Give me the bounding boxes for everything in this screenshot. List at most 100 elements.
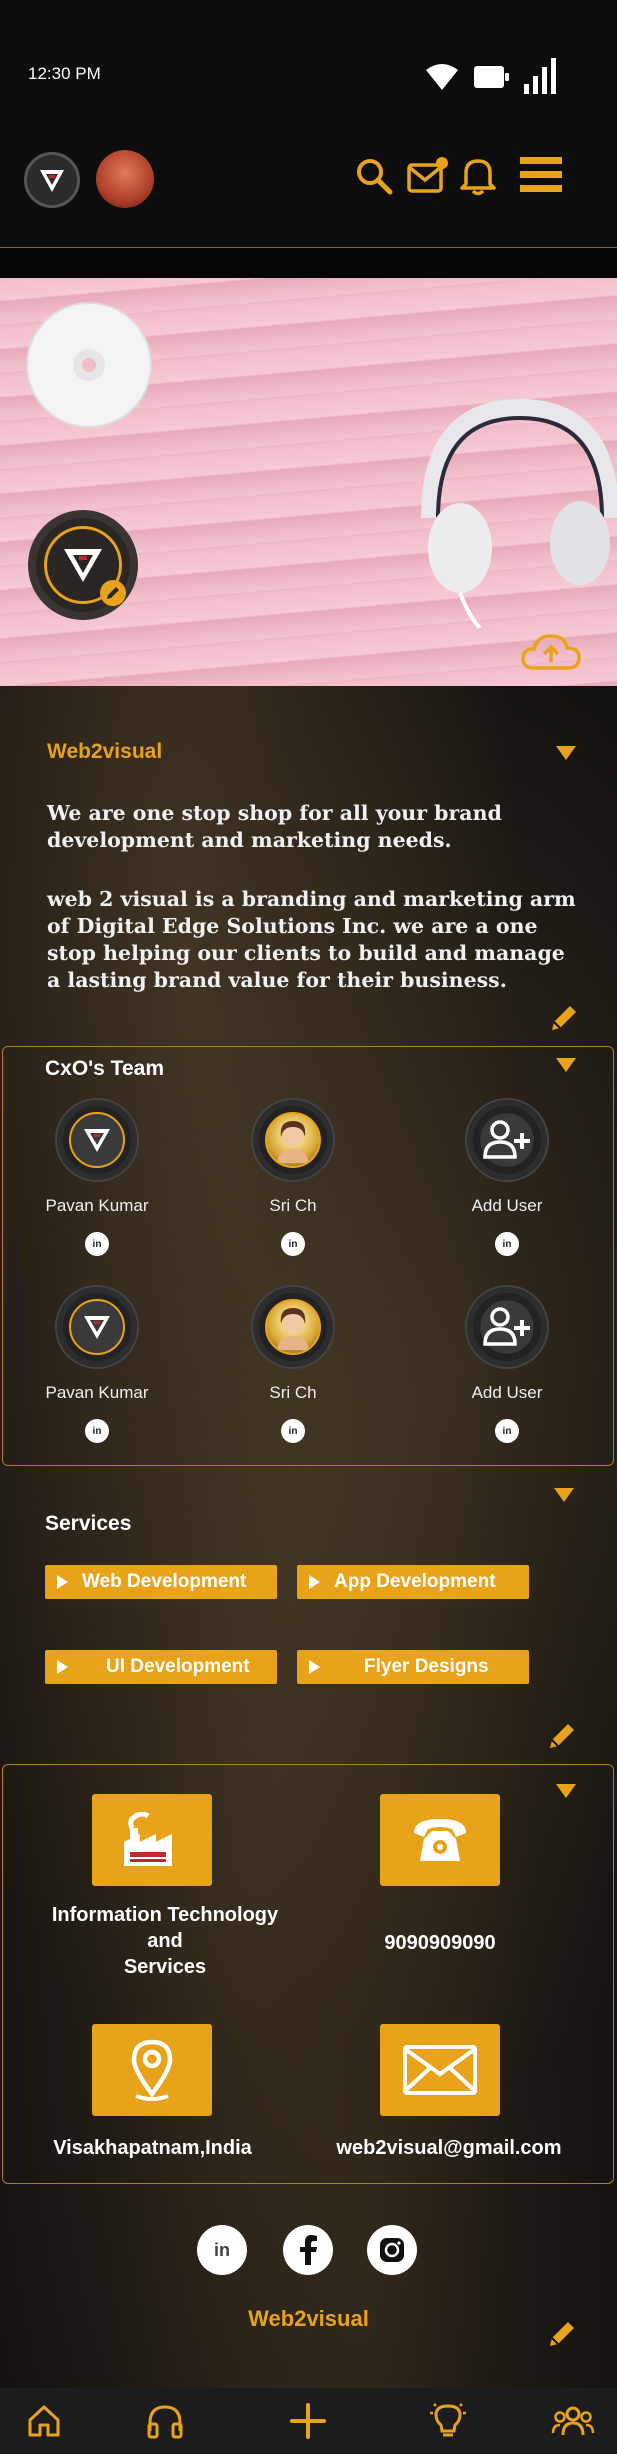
member-name: Pavan Kumar [45,1383,149,1402]
industry-tile [92,1794,212,1886]
instagram-icon[interactable] [367,2225,417,2275]
about-title: Web2visual [47,740,163,763]
team-collapse-toggle[interactable] [556,1058,576,1072]
member-name: Add User [471,1383,543,1402]
service-label: UI Development [106,1656,250,1677]
lightbulb-icon[interactable] [418,2396,478,2446]
linkedin-label: in [214,2239,230,2260]
team-member[interactable]: Sri Ch in [218,1287,368,1443]
edit-services-icon[interactable] [548,1722,576,1750]
signal-icon [524,58,556,94]
logo-icon [84,1316,110,1339]
member-name: Pavan Kumar [45,1196,149,1215]
home-icon[interactable] [14,2396,74,2446]
headphones-icon[interactable] [135,2396,195,2446]
location-pin-icon [131,2039,173,2101]
upload-cover-icon[interactable] [520,632,582,672]
header-divider [0,248,617,278]
email-tile[interactable] [380,2024,500,2116]
service-flyer-designs[interactable]: Flyer Designs [297,1650,529,1684]
edit-footer-icon[interactable] [548,2320,576,2348]
profile-avatar[interactable] [96,150,154,208]
status-time: 12:30 PM [28,64,101,83]
facebook-glyph [300,2235,317,2265]
menu-icon[interactable] [520,156,562,194]
about-paragraph-2: web 2 visual is a branding and marketing… [47,887,576,992]
industry-line: and [147,1930,183,1952]
bottom-nav [0,2388,617,2454]
pencil-icon [107,587,119,599]
team-member[interactable]: Sri Ch in [218,1100,368,1256]
service-ui-development[interactable]: UI Development [45,1650,277,1684]
battery-icon [474,66,509,88]
play-icon [57,1575,68,1589]
plus-icon[interactable] [278,2396,338,2446]
status-bar: 12:30 PM [0,0,617,140]
member-avatar [253,1100,333,1180]
linkedin-icon[interactable]: in [85,1232,109,1256]
play-icon [57,1660,68,1674]
facebook-icon[interactable] [283,2225,333,2275]
linkedin-icon[interactable]: in [281,1232,305,1256]
logo-icon [84,1129,110,1152]
team-member[interactable]: Pavan Kumar in [22,1287,172,1443]
edit-logo-button[interactable] [100,580,126,606]
service-app-development[interactable]: App Development [297,1565,529,1599]
bell-icon[interactable] [458,154,498,196]
service-web-development[interactable]: Web Development [45,1565,277,1599]
services-collapse-toggle[interactable] [554,1488,574,1502]
mail-icon[interactable] [406,156,448,194]
member-avatar [57,1287,137,1367]
linkedin-icon[interactable]: in [495,1419,519,1443]
industry-line: Services [123,1956,207,1978]
member-avatar [253,1287,333,1367]
factory-icon [124,1812,172,1866]
team-title: CxO's Team [45,1057,164,1080]
industry-text: Information Technology and Services [30,1902,300,1980]
play-icon [309,1660,320,1674]
wifi-icon [426,64,458,90]
phone-number[interactable]: 9090909090 [330,1930,550,1956]
envelope-icon [403,2045,477,2095]
company-logo [28,510,138,620]
app-header [0,140,617,248]
about-paragraph-1: We are one stop shop for all your brand … [47,801,502,852]
team-member[interactable]: Pavan Kumar in [22,1100,172,1256]
email-text[interactable]: web2visual@gmail.com [318,2135,580,2161]
add-user-button[interactable]: Add User in [432,1100,582,1256]
play-icon [309,1575,320,1589]
add-user-icon [483,1307,530,1346]
search-icon[interactable] [354,156,394,196]
services-title: Services [45,1512,132,1535]
linkedin-icon[interactable]: in [281,1419,305,1443]
edit-about-icon[interactable] [550,1004,578,1032]
member-name: Add User [471,1196,543,1215]
service-label: Flyer Designs [364,1656,489,1677]
member-name: Sri Ch [269,1196,317,1215]
about-collapse-toggle[interactable] [556,746,576,760]
person-photo [277,1308,309,1350]
footer-brand: Web2visual [248,2306,369,2331]
cover-image [0,278,617,686]
phone-tile[interactable] [380,1794,500,1886]
logo-icon[interactable] [24,152,80,208]
location-text[interactable]: Visakhapatnam,India [30,2135,275,2161]
person-photo [277,1121,309,1163]
member-name: Sri Ch [269,1383,317,1402]
people-icon[interactable] [543,2396,603,2446]
linkedin-icon[interactable]: in [197,2225,247,2275]
linkedin-icon[interactable]: in [85,1419,109,1443]
contact-collapse-toggle[interactable] [556,1784,576,1798]
member-avatar [57,1100,137,1180]
service-label: App Development [334,1571,496,1592]
linkedin-icon[interactable]: in [495,1232,519,1256]
industry-line: Information Technology [51,1904,279,1926]
add-user-button[interactable]: Add User in [432,1287,582,1443]
cd-image [26,302,152,428]
add-user-icon [483,1120,530,1159]
location-tile[interactable] [92,2024,212,2116]
instagram-glyph [380,2238,404,2262]
service-label: Web Development [82,1571,247,1592]
add-user-avatar [467,1287,547,1367]
add-user-avatar [467,1100,547,1180]
